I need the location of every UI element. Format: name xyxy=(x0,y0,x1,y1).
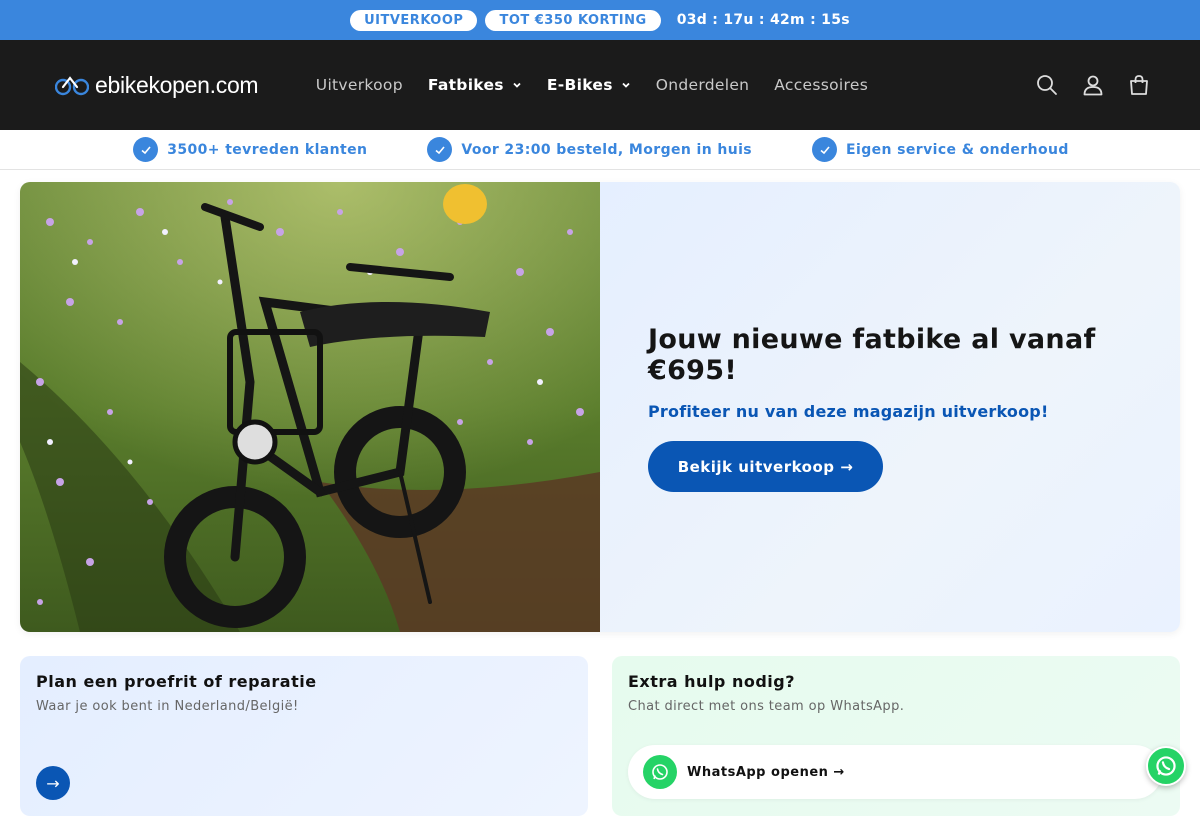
chevron-down-icon xyxy=(513,82,521,88)
help-card: Extra hulp nodig? Chat direct met ons te… xyxy=(612,656,1180,816)
announcement-bar: UITVERKOOP TOT €350 KORTING 03d : 17u : … xyxy=(0,0,1200,40)
countdown-timer: 03d : 17u : 42m : 15s xyxy=(676,12,850,28)
bike-logo-icon xyxy=(55,76,89,96)
usp-item: 3500+ tevreden klanten xyxy=(133,137,367,162)
main-nav: Uitverkoop Fatbikes E-Bikes Onderdelen A… xyxy=(303,76,880,94)
fatbike-photo xyxy=(20,182,600,632)
usp-item: Eigen service & onderhoud xyxy=(812,137,1069,162)
card-subtitle: Chat direct met ons team op WhatsApp. xyxy=(628,699,905,714)
hero-panel: Jouw nieuwe fatbike al vanaf €695! Profi… xyxy=(600,182,1180,632)
whatsapp-button-label: WhatsApp openen → xyxy=(687,764,845,780)
nav-item-e-bikes[interactable]: E-Bikes xyxy=(534,76,643,94)
check-icon xyxy=(133,137,159,162)
account-icon[interactable] xyxy=(1082,74,1104,96)
nav-item-fatbikes[interactable]: Fatbikes xyxy=(415,76,534,94)
nav-label: Fatbikes xyxy=(427,76,504,94)
hero-subtitle: Profiteer nu van deze magazijn uitverkoo… xyxy=(648,402,1049,421)
usp-label: 3500+ tevreden klanten xyxy=(167,141,368,158)
check-icon xyxy=(812,137,838,162)
card-title: Extra hulp nodig? xyxy=(628,672,795,691)
card-title: Plan een proefrit of reparatie xyxy=(36,672,317,691)
nav-label: Uitverkoop xyxy=(315,76,403,94)
card-subtitle: Waar je ook bent in Nederland/België! xyxy=(36,699,299,714)
usp-label: Voor 23:00 besteld, Morgen in huis xyxy=(461,141,753,158)
check-icon xyxy=(427,137,453,162)
nav-label: E-Bikes xyxy=(546,76,613,94)
whatsapp-open-button[interactable]: WhatsApp openen → xyxy=(628,745,1162,799)
nav-label: Onderdelen xyxy=(655,76,750,94)
header-icons xyxy=(1036,40,1150,130)
logo-text: ebikekopen.com xyxy=(95,71,259,98)
usp-item: Voor 23:00 besteld, Morgen in huis xyxy=(427,137,752,162)
whatsapp-icon xyxy=(643,755,677,789)
site-logo[interactable]: ebikekopen.com xyxy=(55,71,259,99)
test-ride-card[interactable]: Plan een proefrit of reparatie Waar je o… xyxy=(20,656,588,816)
discount-badge[interactable]: TOT €350 KORTING xyxy=(485,9,661,31)
sale-badge[interactable]: UITVERKOOP xyxy=(350,9,478,31)
hero-image xyxy=(20,182,600,632)
nav-item-uitverkoop[interactable]: Uitverkoop xyxy=(303,76,415,94)
view-sale-button[interactable]: Bekijk uitverkoop → xyxy=(648,441,883,492)
nav-item-onderdelen[interactable]: Onderdelen xyxy=(643,76,762,94)
nav-item-accessoires[interactable]: Accessoires xyxy=(762,76,881,94)
usp-label: Eigen service & onderhoud xyxy=(846,141,1069,158)
usp-bar: 3500+ tevreden klanten Voor 23:00 bestel… xyxy=(0,130,1200,170)
chevron-down-icon xyxy=(622,82,630,88)
nav-label: Accessoires xyxy=(774,76,869,94)
hero-banner: Jouw nieuwe fatbike al vanaf €695! Profi… xyxy=(20,182,1180,632)
hero-title: Jouw nieuwe fatbike al vanaf €695! xyxy=(648,324,1096,386)
arrow-right-icon[interactable]: → xyxy=(36,766,70,800)
cart-icon[interactable] xyxy=(1128,74,1150,96)
whatsapp-float-icon[interactable] xyxy=(1146,746,1186,786)
search-icon[interactable] xyxy=(1036,74,1058,96)
site-header: ebikekopen.com Uitverkoop Fatbikes E-Bik… xyxy=(0,40,1200,130)
